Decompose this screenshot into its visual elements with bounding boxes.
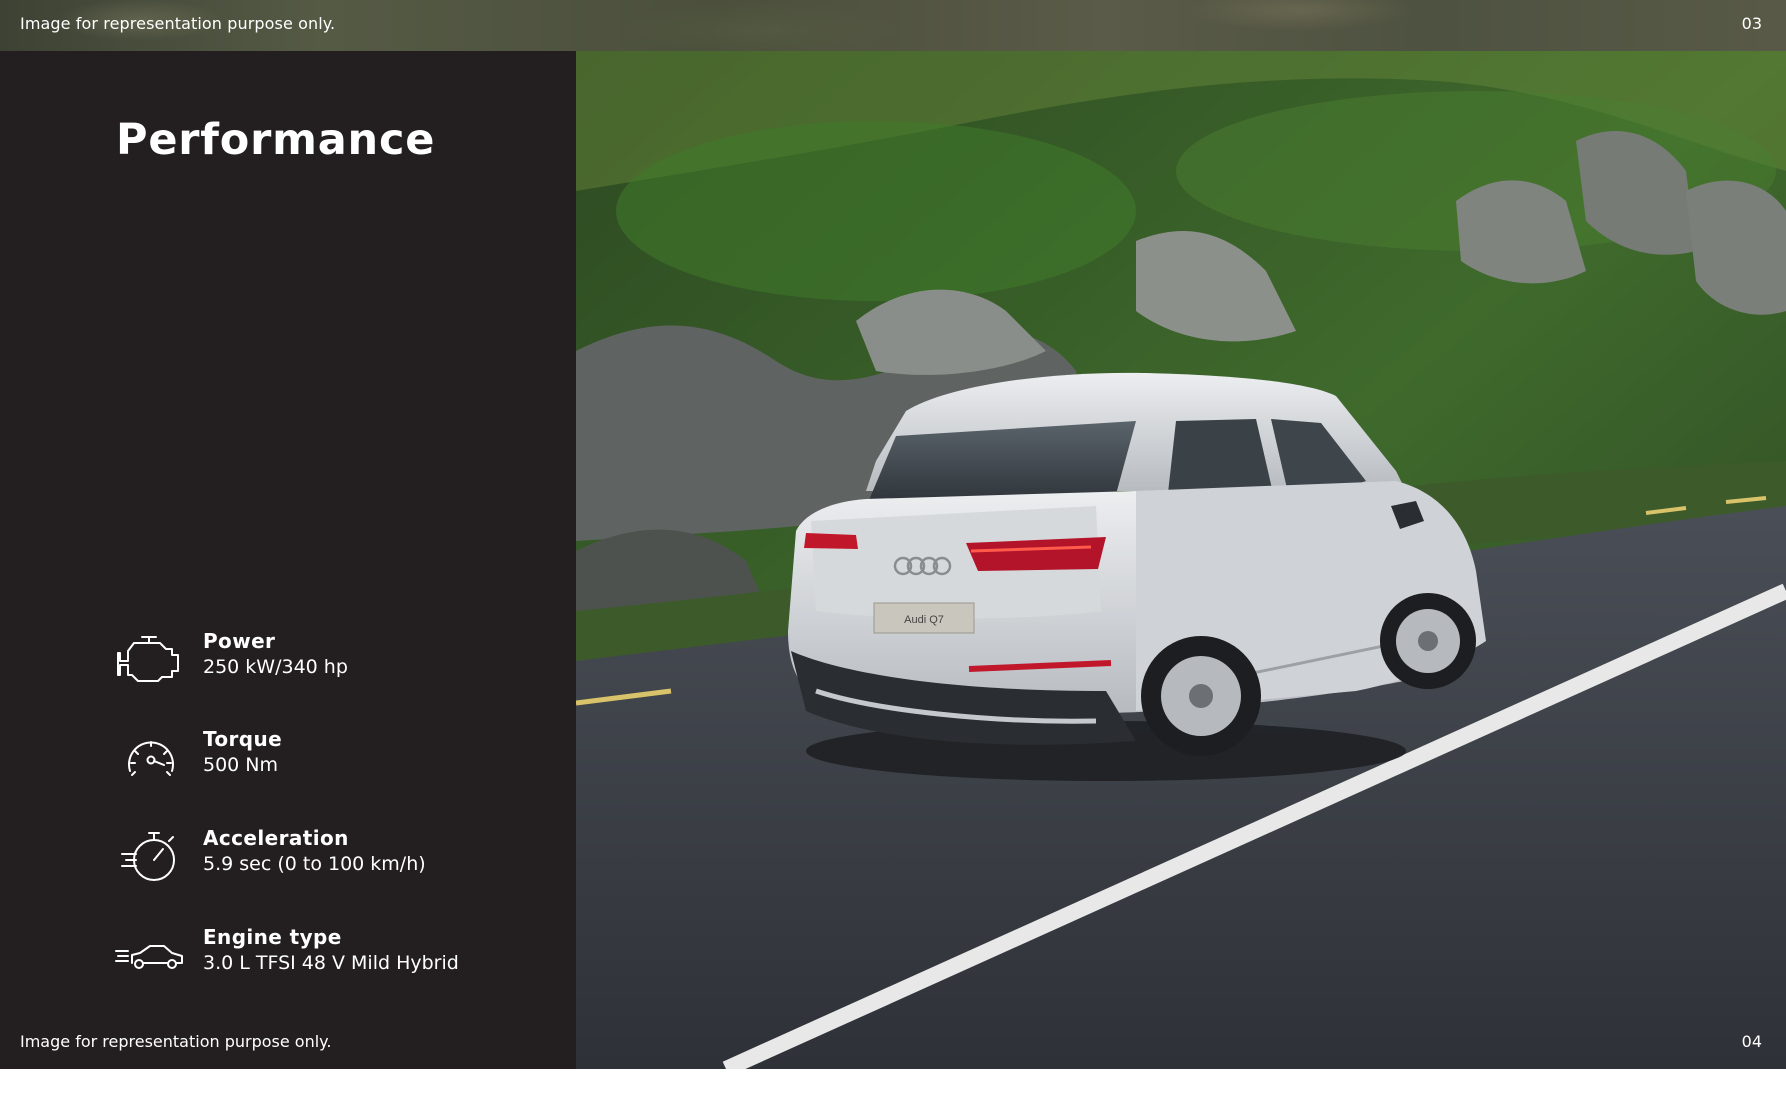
spec-engine-type: Engine type 3.0 L TFSI 48 V Mild Hybrid [114,925,554,985]
previous-page-photo-strip: Image for representation purpose only. 0… [0,0,1786,51]
spec-label: Engine type [203,925,342,949]
spec-label: Torque [203,727,283,751]
top-page-number: 03 [1741,14,1762,33]
spec-value: 500 Nm [203,754,279,776]
spec-panel: Performance Power 250 kW/340 hp Torque 5… [0,51,576,1069]
page-title: Performance [116,115,436,165]
spec-power: Power 250 kW/340 hp [114,629,554,689]
stopwatch-icon [114,828,188,884]
engine-icon [114,631,188,687]
svg-text:Audi Q7: Audi Q7 [904,614,944,626]
spec-value: 3.0 L TFSI 48 V Mild Hybrid [203,952,459,974]
car-speed-icon [114,927,188,983]
bottom-page-number: 04 [1741,1032,1762,1051]
car-photo: Audi Q7 [576,51,1786,1069]
spec-value: 5.9 sec (0 to 100 km/h) [203,853,426,875]
spec-torque: Torque 500 Nm [114,727,554,787]
brochure-page: Image for representation purpose only. 0… [0,0,1786,1118]
spec-label: Acceleration [203,826,349,850]
bottom-disclaimer: Image for representation purpose only. [20,1032,332,1051]
spec-value: 250 kW/340 hp [203,656,348,678]
gauge-icon [114,729,188,785]
spec-label: Power [203,629,276,653]
top-disclaimer: Image for representation purpose only. [20,14,336,33]
spec-acceleration: Acceleration 5.9 sec (0 to 100 km/h) [114,826,554,886]
